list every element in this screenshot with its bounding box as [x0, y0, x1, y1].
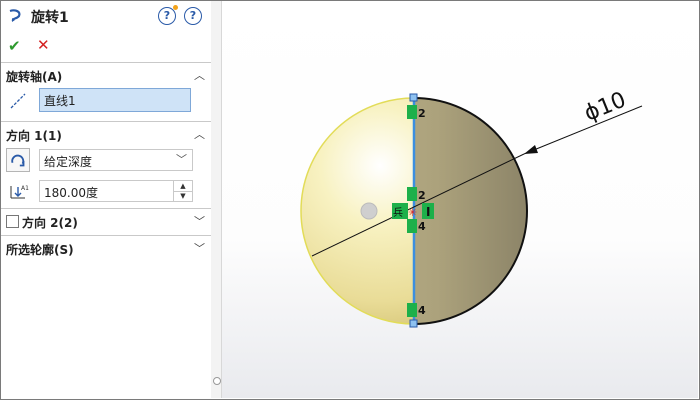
feature-title: 旋转1	[31, 10, 69, 26]
axis-endpoint-bottom[interactable]	[409, 319, 418, 328]
midpoint-marker-icon: ✳	[408, 206, 417, 219]
ok-button[interactable]: ✔	[8, 37, 21, 55]
axis-line-icon	[10, 93, 26, 109]
model-view[interactable]: ϕ10 2 2 兵 I ✳ 4 4	[222, 1, 698, 398]
selected-contours-section-title[interactable]: 所选轮廓(S)	[6, 241, 74, 258]
axis-endpoint-top[interactable]	[409, 93, 418, 102]
relation-label-lower: 4	[418, 220, 426, 233]
angle-value: 180.00度	[44, 186, 98, 200]
relation-label-top: 2	[418, 107, 426, 120]
reverse-direction-icon[interactable]	[6, 148, 30, 172]
relation-marker-lower[interactable]	[407, 219, 417, 233]
axis-section-title[interactable]: 旋转轴(A)	[6, 68, 62, 85]
collapse-axis-section-chevron-icon[interactable]: ︿	[194, 67, 205, 83]
relation-label-origin: 兵	[393, 206, 403, 219]
dimension-arrowhead	[524, 145, 538, 154]
relation-label-mid: 2	[418, 189, 426, 202]
angle-icon: A1	[10, 185, 29, 199]
divider	[1, 208, 211, 209]
relation-marker-bottom[interactable]	[407, 303, 417, 317]
revolve-feature-icon	[9, 9, 21, 22]
chevron-down-icon: ﹀	[176, 153, 187, 166]
divider	[1, 121, 211, 122]
panel-splitter[interactable]	[211, 1, 222, 398]
relation-label-vertical: I	[426, 205, 430, 219]
direction2-checkbox[interactable]	[6, 215, 19, 228]
splitter-handle[interactable]	[213, 377, 221, 385]
relation-label-bottom: 4	[418, 304, 426, 317]
direction2-section-title[interactable]: 方向 2(2)	[22, 214, 78, 231]
whats-wrong-help-button[interactable]: ?	[158, 5, 178, 25]
spin-down-icon[interactable]: ▼	[174, 191, 192, 201]
relation-marker-mid[interactable]	[407, 187, 417, 201]
svg-text:A1: A1	[21, 185, 29, 192]
end-condition-select[interactable]: 给定深度 ﹀	[39, 149, 193, 171]
expand-contours-chevron-icon[interactable]: ﹀	[194, 240, 205, 256]
dimension-leader[interactable]	[523, 105, 643, 155]
collapse-direction1-chevron-icon[interactable]: ︿	[194, 126, 205, 142]
divider	[1, 62, 211, 63]
direction1-section-title[interactable]: 方向 1(1)	[6, 127, 62, 144]
graphics-viewport[interactable]: ϕ10 2 2 兵 I ✳ 4 4	[222, 1, 698, 398]
divider	[1, 235, 211, 236]
angle-spinner[interactable]: ▲ ▼	[173, 181, 192, 201]
origin-marker	[360, 202, 378, 220]
end-condition-value: 给定深度	[44, 155, 93, 169]
cancel-button[interactable]: ✕	[37, 36, 50, 54]
help-button[interactable]: ?	[184, 7, 202, 25]
rotation-axis-selection-field[interactable]: 直线1	[39, 88, 191, 112]
property-manager: 旋转1 ? ? ✔ ✕ 旋转轴(A) ︿ 直线1 方向 1(1) ︿ 给定深度 …	[1, 1, 212, 398]
angle-input[interactable]: 180.00度 ▲ ▼	[39, 180, 193, 202]
feature-titlebar: 旋转1 ? ?	[1, 1, 211, 31]
expand-direction2-chevron-icon[interactable]: ﹀	[194, 213, 205, 229]
relation-marker-top[interactable]	[407, 105, 417, 119]
